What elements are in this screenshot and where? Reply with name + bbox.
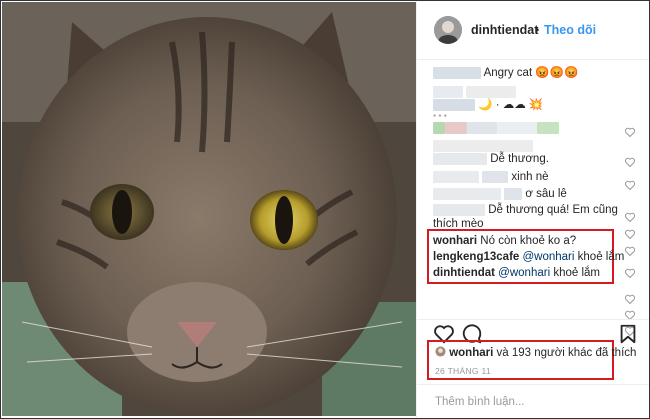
- comment-item: xinh nè: [433, 170, 633, 184]
- comment-username[interactable]: wonhari: [433, 235, 477, 247]
- comment-text: Dễ thương.: [490, 153, 549, 165]
- comment-mention[interactable]: @wonhari: [498, 267, 550, 279]
- blurred-text: [482, 170, 509, 183]
- likes-count-text[interactable]: và 193 người khác đã thích: [497, 347, 637, 359]
- bookmark-icon[interactable]: [617, 323, 639, 345]
- comment-like-heart-icon[interactable]: [624, 293, 636, 305]
- comment-item: [433, 121, 633, 135]
- comment-text: khoẻ lắm: [553, 267, 600, 279]
- comment-item: Dễ thương quá! Em cũng thích mèo: [433, 203, 633, 231]
- comment-text: Angry cat 😡😡😡: [483, 67, 579, 79]
- liker-avatar: [435, 346, 446, 357]
- comment-text: 🌙 · ☁☁ 💥: [478, 99, 544, 111]
- blurred-text: [504, 187, 523, 200]
- post-photo[interactable]: [2, 2, 416, 416]
- comment-text: Nó còn khoẻ ko a?: [480, 235, 577, 247]
- post-dialog: dinhtiendat • Theo dõi Angry cat 😡😡😡 🌙 ·…: [0, 0, 650, 419]
- comment-item: dinhtiendat @wonhari khoẻ lắm: [433, 266, 633, 280]
- header-separator: •: [535, 23, 540, 37]
- post-date: 26 THÁNG 11: [435, 366, 491, 376]
- post-header: dinhtiendat • Theo dõi: [417, 1, 649, 60]
- comment-mention[interactable]: @wonhari: [523, 251, 575, 263]
- blurred-block: [497, 121, 537, 134]
- blurred-username: [433, 187, 501, 200]
- comment-username[interactable]: lengkeng13cafe: [433, 251, 519, 263]
- blurred-username: [433, 152, 487, 165]
- liker-username[interactable]: wonhari: [449, 347, 493, 359]
- blurred-block: [467, 121, 497, 134]
- comment-item: [433, 85, 633, 99]
- post-sidebar: dinhtiendat • Theo dõi Angry cat 😡😡😡 🌙 ·…: [416, 1, 649, 418]
- blurred-username: [433, 203, 485, 216]
- blurred-block: [433, 121, 445, 134]
- comment-item: ơ sâu lê: [433, 187, 633, 201]
- blurred-username: [433, 98, 475, 111]
- comment-item: [433, 139, 633, 153]
- post-author-username[interactable]: dinhtiendat: [471, 23, 538, 37]
- comment-item: Dễ thương.: [433, 152, 633, 166]
- blurred-block: [537, 121, 559, 134]
- blurred-username: [433, 85, 463, 98]
- comment-item: wonhari Nó còn khoẻ ko a?: [433, 234, 633, 248]
- avatar-image: [434, 16, 462, 44]
- blurred-text: [466, 85, 517, 98]
- comment-item: 🌙 · ☁☁ 💥: [433, 98, 633, 112]
- follow-button[interactable]: Theo dõi: [544, 23, 596, 37]
- blurred-text: [433, 139, 533, 152]
- blurred-block: [445, 121, 467, 134]
- add-comment-bar: [417, 384, 649, 418]
- comment-item: lengkeng13cafe @wonhari khoẻ lắm: [433, 250, 633, 264]
- comment-text: khoẻ lắm: [577, 251, 625, 263]
- avatar[interactable]: [434, 16, 462, 44]
- likes-summary: wonhari và 193 người khác đã thích: [435, 346, 645, 359]
- cat-image: [2, 2, 416, 416]
- comment-text: ơ sâu lê: [525, 188, 567, 200]
- comments-list: Angry cat 😡😡😡 🌙 · ☁☁ 💥 * * * Dễ thương. …: [417, 59, 649, 337]
- comment-item: Angry cat 😡😡😡: [433, 66, 633, 80]
- add-comment-input[interactable]: [433, 391, 637, 413]
- comment-username[interactable]: dinhtiendat: [433, 267, 495, 279]
- comment-text: xinh nè: [511, 171, 549, 183]
- blurred-username: [433, 66, 481, 79]
- blurred-username: [433, 170, 479, 183]
